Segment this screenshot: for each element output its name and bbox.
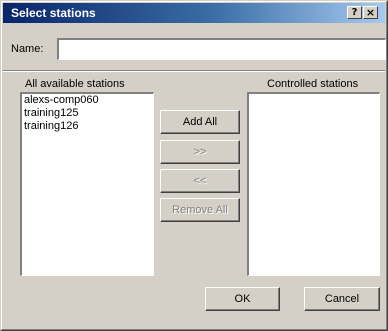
name-input[interactable] [57,38,386,60]
controlled-stations-label: Controlled stations [267,78,359,90]
list-item[interactable]: training126 [22,120,153,133]
list-item[interactable]: training125 [22,107,153,120]
cancel-button[interactable]: Cancel [304,287,380,311]
close-button[interactable]: × [363,6,378,19]
separator [3,70,385,72]
list-item[interactable]: alexs-comp060 [22,94,153,107]
remove-button[interactable]: << [160,169,240,193]
select-stations-dialog: Select stations ? × Name: All available … [0,0,388,331]
help-button[interactable]: ? [347,6,362,19]
available-stations-list[interactable]: alexs-comp060 training125 training126 [20,92,154,276]
remove-all-button[interactable]: Remove All [160,198,240,222]
ok-button[interactable]: OK [205,287,280,311]
available-stations-label: All available stations [25,78,125,90]
help-icon: ? [351,7,358,18]
add-button[interactable]: >> [160,140,240,164]
add-all-button[interactable]: Add All [160,110,240,134]
window-title: Select stations [11,6,96,20]
title-bar[interactable]: Select stations ? × [3,3,385,23]
name-label: Name: [11,43,44,55]
close-icon: × [365,6,376,19]
controlled-stations-list[interactable] [247,92,380,276]
